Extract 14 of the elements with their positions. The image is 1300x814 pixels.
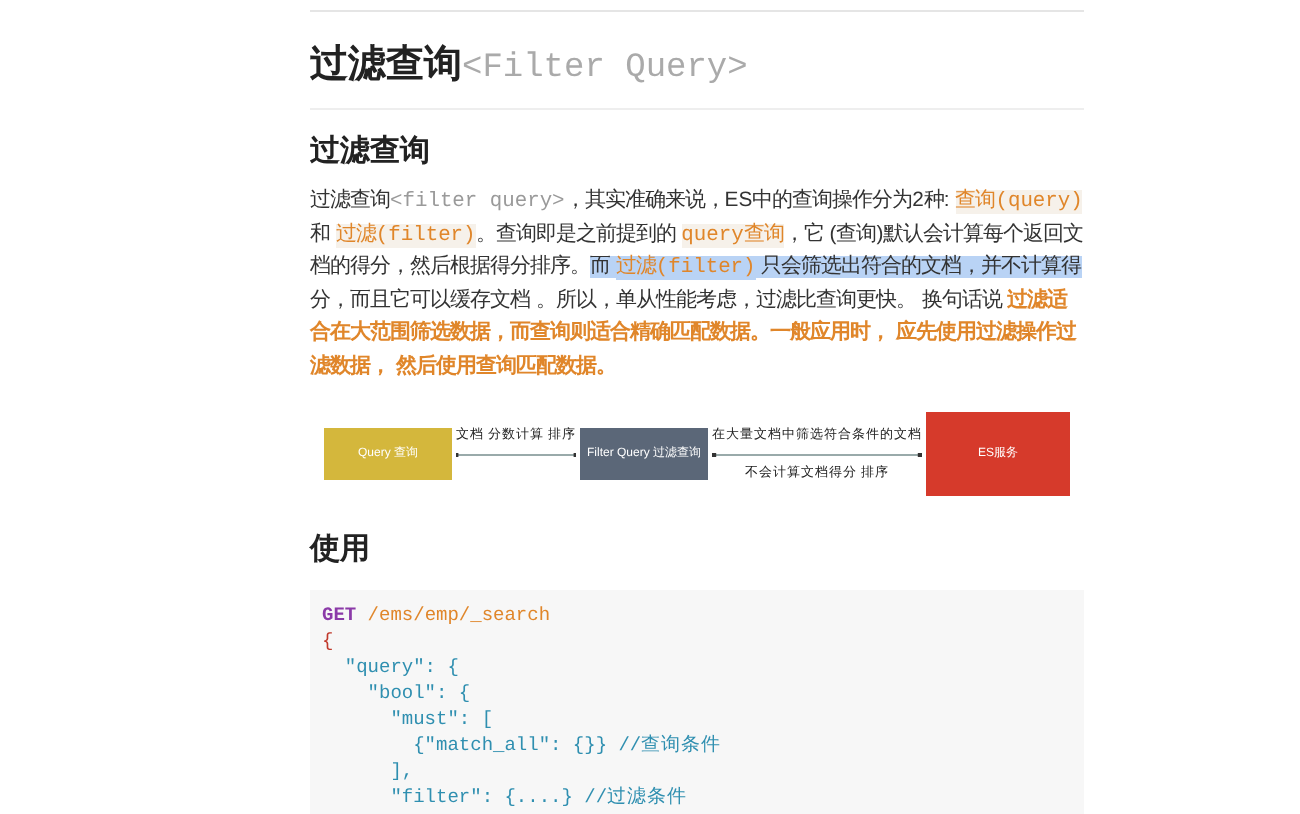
title-code: <Filter Query> [462,48,748,92]
code-line: {"match_all": {}} //查询条件 [411,731,724,757]
connector-line [456,449,576,459]
code-line: "filter": {....} //过滤条件 [388,783,690,809]
paragraph: 过滤查询<filter query>，其实准确来说，ES中的查询操作分为2种: 查询(query) 和 过滤(filter)。查询即是之前提到的 query查询，它 (查询)默认会计算每个返回文档的得分，然后根据得分排序。而 过滤(filter) 只会筛选出符合的文档，并不计算得 分，而且它可以缓存文档 。所以，单从性能考虑，过滤比查询更快。 换句话说 过滤适合在大范围筛选数据，而查询则适合精确匹配数据。一般应用时， 应先使用过滤操作过滤数据， 然后使用查询匹配数据。 [310,186,1084,381]
page-title: 过滤查询 [310,42,462,90]
code-line: "bool": { [365,679,473,705]
section-heading: 使用 [310,530,372,570]
code-line: GET /ems/emp/_search [322,601,553,627]
code-line: { [322,627,336,653]
code-line: ], [388,757,416,783]
code-line: "must": [ [388,705,496,731]
section-heading: 过滤查询 [310,131,432,171]
code-line: "query": { [342,653,461,679]
